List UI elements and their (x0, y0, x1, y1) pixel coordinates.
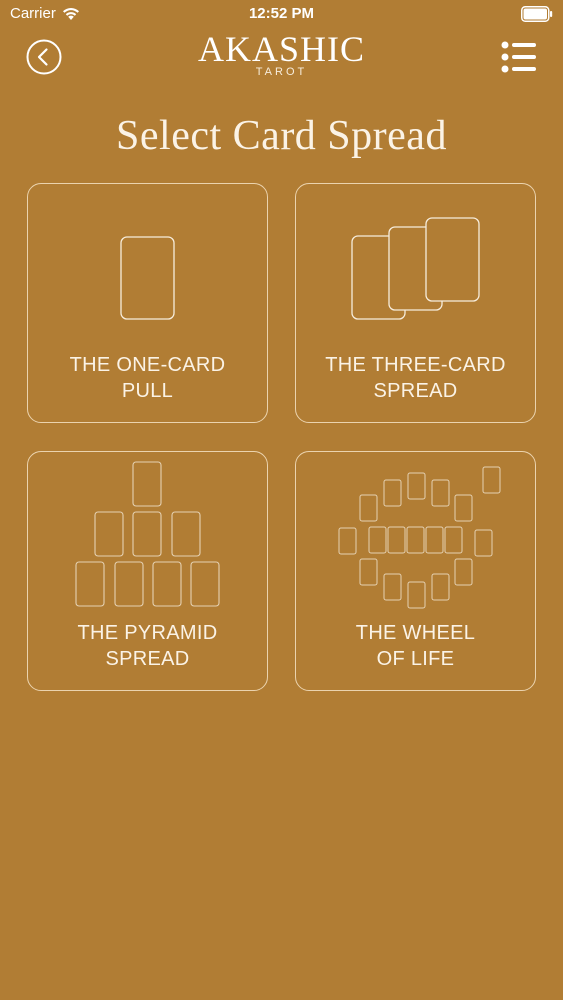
spread-label-line2: SPREAD (105, 648, 190, 670)
spread-label-line1: THE PYRAMID (77, 622, 218, 644)
page-title: Select Card Spread (116, 113, 447, 159)
pyramid-icon (75, 461, 220, 607)
status-bar: Carrier 12:52 PM (0, 0, 563, 30)
brand-title: AKASHIC (197, 29, 365, 69)
spread-pyramid[interactable]: THE PYRAMID SPREAD (27, 451, 268, 691)
one-card-icon (120, 236, 175, 320)
spread-label: THE WHEEL OF LIFE (296, 620, 535, 672)
spread-grid: THE ONE-CARD PULL THE THREE-CARD SPREAD (27, 183, 536, 691)
menu-button[interactable] (500, 38, 538, 76)
wheel-icon (338, 466, 501, 609)
spread-label-line1: THE ONE-CARD (69, 354, 226, 376)
battery-icon (521, 6, 553, 22)
three-card-icon (351, 217, 480, 320)
spread-label: THE ONE-CARD PULL (28, 352, 267, 404)
app-header: AKASHIC TAROT (0, 30, 563, 90)
spread-label: THE PYRAMID SPREAD (28, 620, 267, 672)
spread-label-line1: THE THREE-CARD (325, 354, 506, 376)
brand-subtitle: TAROT (255, 66, 308, 78)
spread-wheel-of-life[interactable]: THE WHEEL OF LIFE (295, 451, 536, 691)
spread-label-line2: PULL (121, 380, 174, 402)
clock: 12:52 PM (248, 5, 315, 22)
spread-label-line2: SPREAD (373, 380, 458, 402)
spread-label-line2: OF LIFE (376, 648, 455, 670)
spread-one-card-pull[interactable]: THE ONE-CARD PULL (27, 183, 268, 423)
spread-three-card[interactable]: THE THREE-CARD SPREAD (295, 183, 536, 423)
brand-logo: AKASHIC TAROT (0, 30, 563, 78)
spread-label: THE THREE-CARD SPREAD (296, 352, 535, 404)
list-menu-icon (501, 41, 536, 73)
spread-label-line1: THE WHEEL (355, 622, 476, 644)
